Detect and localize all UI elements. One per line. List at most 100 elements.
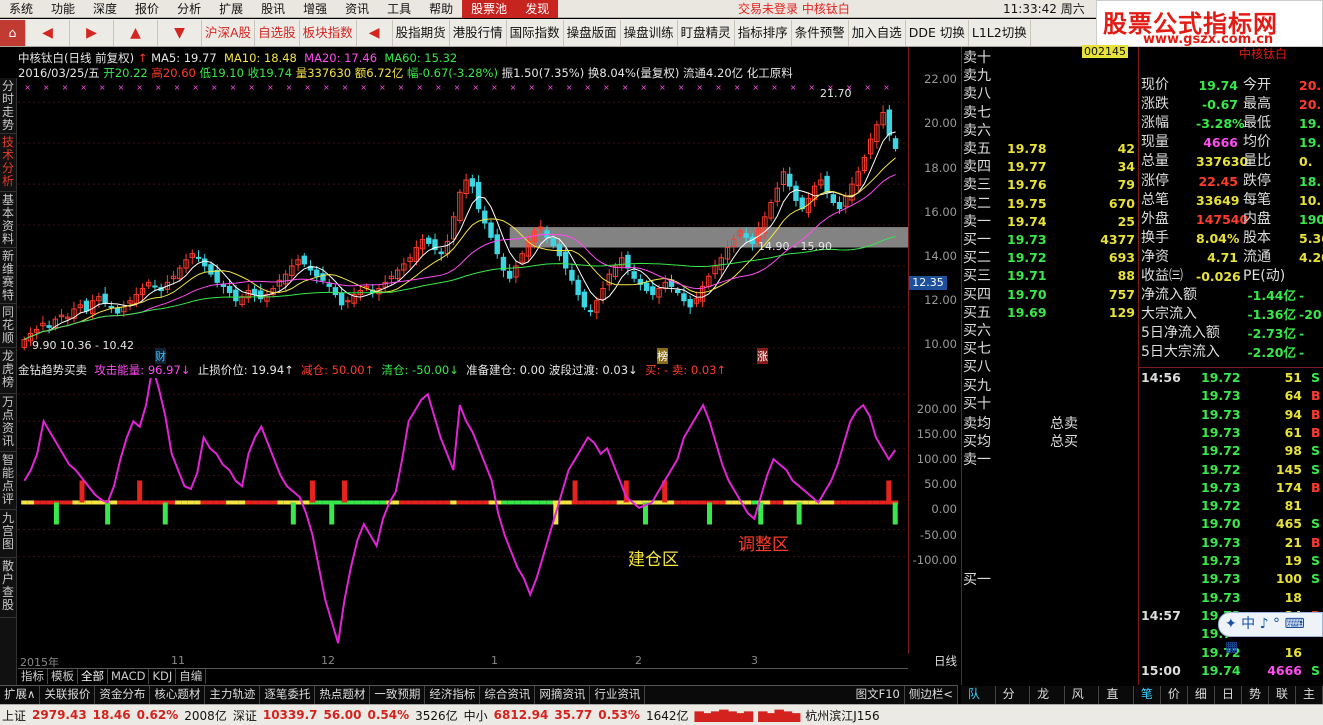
side-tab-profile[interactable]: 基本资料 — [0, 192, 16, 248]
toolbar-watchlist[interactable]: 自选股 — [255, 19, 300, 46]
bid-row[interactable]: 买五 19.69 129 — [962, 304, 1138, 322]
ask-row[interactable]: 卖十 — [962, 49, 1138, 67]
ask-row[interactable]: 卖九 — [962, 67, 1138, 85]
ask-row[interactable]: 卖一 19.74 25 — [962, 213, 1138, 231]
nav-fund-dist[interactable]: 资金分布 — [95, 686, 151, 704]
side-tab-technical[interactable]: 技术分析 — [0, 134, 16, 192]
menu-extend[interactable]: 扩展 — [210, 0, 252, 18]
nav-consensus[interactable]: 一致预期 — [370, 686, 426, 704]
ime-widget[interactable]: ✦ 中 ♪ ° ⌨ ▦ — [1218, 612, 1323, 655]
menu-quote[interactable]: 报价 — [126, 0, 168, 18]
bid-row[interactable]: 买八 — [962, 358, 1138, 376]
menu-info[interactable]: 资讯 — [336, 0, 378, 18]
toolbar-intl-index[interactable]: 国际指数 — [507, 19, 564, 46]
rtab-day[interactable]: 日 — [1215, 686, 1242, 704]
nav-order-detail[interactable]: 逐笔委托 — [260, 686, 316, 704]
toolbar-dde-switch[interactable]: DDE 切换 — [906, 19, 969, 46]
period-label[interactable]: 日线 — [934, 653, 957, 669]
side-tab-nine-grid[interactable]: 九宫图 — [0, 510, 16, 558]
bid-row[interactable]: 买四 19.70 757 — [962, 286, 1138, 304]
nav-core-theme[interactable]: 核心题材 — [150, 686, 206, 704]
tab-template[interactable]: 模板 — [48, 669, 78, 684]
ask-row[interactable]: 卖四 19.77 34 — [962, 158, 1138, 176]
toolbar-shanghai-a[interactable]: 沪深A股 — [202, 19, 256, 46]
toolbar-training[interactable]: 操盘训练 — [621, 19, 678, 46]
toolbar-add-watch[interactable]: 加入自选 — [849, 19, 906, 46]
nav-sidebar[interactable]: 侧边栏< — [905, 686, 958, 704]
rtab-tick[interactable]: 笔 — [1134, 686, 1161, 704]
side-tab-wandian[interactable]: 万点资讯 — [0, 394, 16, 452]
arrow-left-icon[interactable]: ◀ — [26, 19, 70, 46]
nav-main-track[interactable]: 主力轨迹 — [205, 686, 261, 704]
rtab-price[interactable]: 价 — [1161, 686, 1188, 704]
toolbar-layout[interactable]: 操盘版面 — [564, 19, 621, 46]
ask-row[interactable]: 卖八 — [962, 85, 1138, 103]
arrow-back-icon[interactable]: ◀ — [357, 19, 393, 46]
side-tab-tonghuashun[interactable]: 同花顺 — [0, 304, 16, 348]
menu-depth[interactable]: 深度 — [84, 0, 126, 18]
rtab-queue[interactable]: 队列 — [961, 686, 996, 718]
indicator-chart[interactable] — [18, 378, 908, 654]
rtab-detail[interactable]: 细 — [1188, 686, 1215, 704]
toolbar-monitor[interactable]: 盯盘精灵 — [678, 19, 735, 46]
menu-tools[interactable]: 工具 — [378, 0, 420, 18]
bid-row[interactable]: 买十 — [962, 395, 1138, 413]
side-tab-retail[interactable]: 散户查股 — [0, 558, 16, 618]
nav-extend[interactable]: 扩展∧ — [0, 686, 41, 704]
nav-industry-news[interactable]: 行业资讯 — [590, 686, 646, 704]
bid-row[interactable]: 买一 19.73 4377 — [962, 231, 1138, 249]
nav-economy[interactable]: 经济指标 — [425, 686, 481, 704]
nav-related[interactable]: 关联报价 — [40, 686, 96, 704]
arrow-up-icon[interactable]: ▲ — [114, 19, 158, 46]
bid-row[interactable]: 买二 19.72 693 — [962, 249, 1138, 267]
nav-f10[interactable]: 图文F10 — [852, 686, 905, 704]
nav-hot-theme[interactable]: 热点题材 — [315, 686, 371, 704]
side-tab-xinwei[interactable]: 新维赛特 — [0, 248, 16, 304]
bid-row[interactable]: 买七 — [962, 340, 1138, 358]
rtab-live[interactable]: 直播 — [1099, 686, 1134, 718]
toolbar-alert[interactable]: 条件预警 — [792, 19, 849, 46]
toolbar-sector-index[interactable]: 板块指数 — [300, 19, 357, 46]
bid-row[interactable]: 买六 — [962, 322, 1138, 340]
bid-row[interactable]: 买九 — [962, 377, 1138, 395]
tab-custom[interactable]: 自编 — [176, 669, 207, 684]
candlestick-chart[interactable]: × × × × × × × × × × × × × × × × × × × × × × × × × × × × × × × × × × × × × × × ×… — [18, 80, 908, 362]
rtab-dist[interactable]: 分布 — [996, 686, 1031, 718]
tab-indicator[interactable]: 指标 — [18, 669, 48, 684]
arrow-down-icon[interactable]: ▼ — [158, 19, 202, 46]
menu-function[interactable]: 功能 — [42, 0, 84, 18]
ask-row[interactable]: 卖六 — [962, 122, 1138, 140]
indicator-name[interactable]: 金钻趋势买卖 — [18, 363, 87, 377]
side-tab-timeshare[interactable]: 分时走势 — [0, 78, 16, 134]
ask-row[interactable]: 卖七 — [962, 104, 1138, 122]
rtab-link[interactable]: 联 — [1269, 686, 1296, 704]
tab-macd[interactable]: MACD — [108, 669, 150, 684]
toolbar-l1l2-switch[interactable]: L1L2切换 — [969, 19, 1031, 46]
nav-web-news[interactable]: 网摘资讯 — [535, 686, 591, 704]
rtab-dragon[interactable]: 龙虎 — [1030, 686, 1065, 718]
ask-row[interactable]: 卖五 19.78 42 — [962, 140, 1138, 158]
menu-discover[interactable]: 发现 — [516, 0, 559, 18]
rtab-wind[interactable]: 风向 — [1065, 686, 1100, 718]
menu-help[interactable]: 帮助 — [420, 0, 462, 18]
toolbar-hk-quotes[interactable]: 港股行情 — [450, 19, 507, 46]
menu-stock-pool[interactable]: 股票池 — [462, 0, 517, 18]
bid-row[interactable]: 买三 19.71 88 — [962, 267, 1138, 285]
menu-enhance[interactable]: 增强 — [294, 0, 336, 18]
menu-system[interactable]: 系统 — [0, 0, 42, 18]
side-tab-smart-review[interactable]: 智能点评 — [0, 452, 16, 510]
tab-kdj[interactable]: KDJ — [149, 669, 177, 684]
menu-news[interactable]: 股讯 — [252, 0, 294, 18]
toolbar-index-futures[interactable]: 股指期货 — [393, 19, 450, 46]
menu-analysis[interactable]: 分析 — [168, 0, 210, 18]
nav-general-news[interactable]: 综合资讯 — [480, 686, 536, 704]
ask-row[interactable]: 卖三 19.76 79 — [962, 176, 1138, 194]
ask-row[interactable]: 卖二 19.75 670 — [962, 195, 1138, 213]
rtab-main[interactable]: 主 — [1296, 686, 1323, 704]
toolbar-indicator-sort[interactable]: 指标排序 — [735, 19, 792, 46]
rtab-trend[interactable]: 势 — [1242, 686, 1269, 704]
tab-all[interactable]: 全部 — [78, 669, 108, 684]
side-tab-dragon-tiger[interactable]: 龙虎榜 — [0, 348, 16, 394]
home-icon[interactable]: ⌂ — [0, 19, 26, 46]
arrow-right-icon[interactable]: ▶ — [70, 19, 114, 46]
